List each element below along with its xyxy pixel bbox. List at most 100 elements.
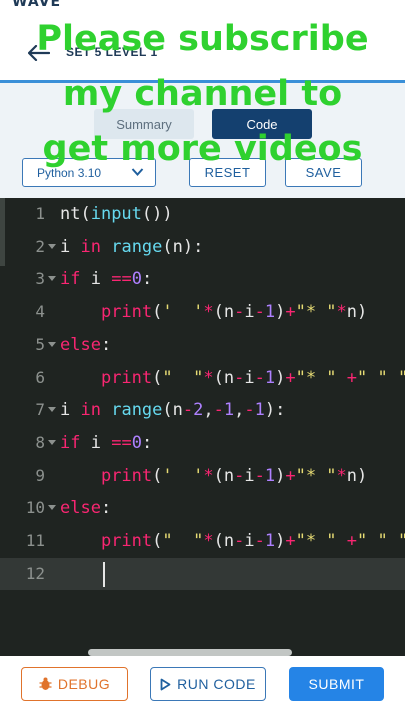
code-token: + — [346, 531, 358, 551]
code-token: i — [80, 432, 112, 453]
play-icon — [160, 678, 171, 690]
top-bar: WAVE™ SET 5 LEVEL 1 — [0, 0, 405, 83]
code-token: i — [60, 400, 81, 421]
code-token: "* " — [295, 302, 337, 323]
code-token: (n — [213, 465, 235, 486]
tab-code[interactable]: Code — [212, 109, 312, 139]
code-token: * — [203, 465, 214, 486]
code-text: print(" "*(n-i-1)+"* " +" " "* — [60, 525, 405, 558]
code-line[interactable]: 12 — [0, 557, 405, 591]
code-text: i in range(n): — [60, 231, 203, 264]
reset-button[interactable]: RESET — [189, 158, 266, 187]
footer-bar: DEBUG RUN CODE SUBMIT — [0, 656, 405, 720]
code-token: ) — [275, 302, 286, 323]
code-line[interactable]: 9 print(' '*(n-i-1)+"* "*n) — [0, 460, 405, 493]
back-button[interactable] — [26, 40, 52, 66]
debug-button[interactable]: DEBUG — [21, 667, 128, 701]
code-token: input — [90, 204, 142, 224]
code-line[interactable]: 2i in range(n): — [0, 231, 405, 264]
code-token: == — [111, 269, 132, 290]
horizontal-scrollbar[interactable] — [88, 649, 292, 656]
brand-logo: WAVE™ — [12, 0, 77, 10]
code-token: ' ' — [162, 465, 204, 486]
code-token: " " — [357, 367, 388, 388]
code-token: - — [234, 465, 245, 486]
code-editor[interactable]: 1 nt(input()) 2 i in range(n): 3 if i == 0: 4 p… — [0, 198, 405, 656]
code-token: " " — [162, 367, 204, 388]
language-select[interactable]: Python 3.10 — [22, 158, 156, 187]
code-token: ( — [152, 531, 163, 551]
fold-arrow-icon[interactable] — [48, 407, 56, 413]
code-text: else: — [60, 492, 111, 525]
code-token: 1 — [264, 367, 276, 388]
code-line[interactable]: 5 else: — [0, 329, 405, 362]
fold-arrow-icon[interactable] — [48, 505, 56, 511]
code-token: * — [336, 302, 347, 323]
code-token: - — [254, 465, 265, 486]
code-token: print — [100, 302, 153, 323]
code-token: else — [60, 498, 101, 519]
code-token: + — [285, 531, 296, 551]
fold-arrow-icon[interactable] — [48, 276, 56, 282]
code-token: - — [254, 367, 265, 388]
code-token: (n — [213, 302, 235, 323]
code-token: "* " — [295, 367, 337, 388]
code-line[interactable]: 7i in range(n-2,-1,-1): — [0, 394, 405, 427]
code-token: - — [254, 531, 265, 551]
fold-arrow-icon[interactable] — [48, 341, 56, 347]
code-line[interactable]: 6 print(" "*(n-i-1)+"* " +" " "* — [0, 362, 405, 395]
line-number: 3 — [35, 269, 45, 289]
breadcrumb: SET 5 LEVEL 1 — [66, 45, 158, 59]
code-token: 1 — [264, 531, 276, 551]
code-token: : — [100, 498, 112, 519]
code-line[interactable]: 8 if i ==0: — [0, 427, 405, 460]
code-token: " " — [162, 531, 204, 551]
run-code-button[interactable]: RUN CODE — [150, 667, 266, 701]
code-token: - — [254, 302, 265, 323]
tab-summary[interactable]: Summary — [94, 109, 194, 139]
submit-button[interactable]: SUBMIT — [289, 667, 384, 701]
code-line[interactable]: 11 print(" "*(n-i-1)+"* " +" " "* — [0, 525, 405, 558]
line-number: 7 — [35, 400, 45, 420]
code-token: 1 — [264, 302, 276, 323]
code-token: in — [80, 236, 101, 257]
code-token: "* — [398, 531, 405, 551]
code-token: (n — [213, 367, 235, 388]
code-token: i — [60, 236, 81, 257]
code-token: - — [234, 367, 245, 388]
line-number: 5 — [35, 334, 45, 354]
code-line[interactable]: 10 else: — [0, 492, 405, 525]
line-number: 11 — [25, 531, 45, 550]
language-select-value: Python 3.10 — [37, 165, 102, 180]
code-token: * — [203, 302, 214, 323]
code-token: i — [244, 302, 255, 323]
code-line[interactable]: 4 print(' '*(n-i-1)+"* "*n) — [0, 296, 405, 329]
code-token: 1 — [223, 400, 235, 421]
save-button[interactable]: SAVE — [285, 158, 362, 187]
code-token: + — [285, 302, 296, 323]
fold-arrow-icon[interactable] — [48, 439, 56, 445]
code-token: ( — [152, 367, 163, 388]
fold-arrow-icon[interactable] — [48, 243, 56, 249]
code-token: i — [244, 465, 255, 486]
tabs-panel: Summary Code Python 3.10 RESET SAVE — [0, 83, 405, 198]
code-token: * — [336, 465, 347, 486]
code-token: if — [60, 269, 81, 290]
code-line[interactable]: 3 if i ==0: — [0, 263, 405, 296]
code-token: "* — [398, 368, 405, 388]
line-number: 1 — [35, 204, 45, 223]
code-token: + — [285, 367, 296, 388]
code-token: : — [141, 269, 153, 290]
text-cursor — [103, 561, 105, 587]
code-text: else: — [60, 329, 111, 362]
code-token: 0 — [131, 432, 142, 453]
code-line[interactable]: 1 nt(input()) — [0, 198, 405, 231]
code-token: i — [244, 531, 255, 551]
code-text: print(" "*(n-i-1)+"* " +" " "* — [60, 362, 405, 395]
line-number: 12 — [25, 563, 45, 583]
code-token: "* " — [295, 531, 337, 551]
